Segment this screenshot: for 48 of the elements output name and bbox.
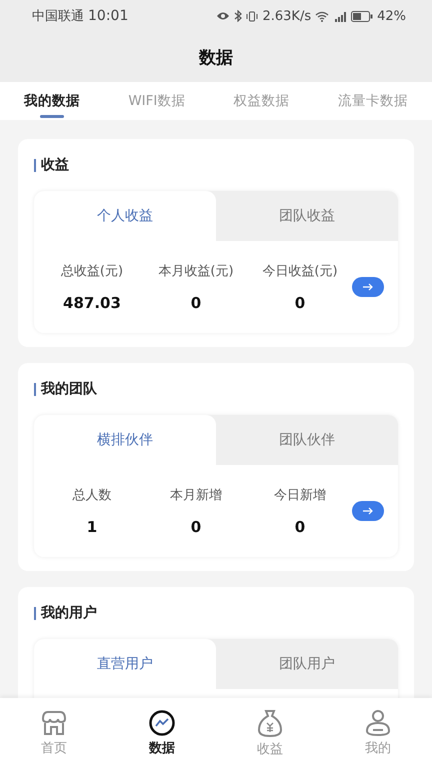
carrier-name: 中国联通 [32,8,84,25]
clock-time: 10:01 [88,8,128,24]
eye-icon [216,11,230,21]
battery-icon [351,10,374,22]
nav-item[interactable]: 我的 [324,698,432,768]
shop-icon [39,709,69,737]
stat-label: 总人数 [72,487,112,504]
stat-value: 1 [86,518,98,536]
section-title: 我的用户 [41,604,97,622]
stat-value: 0 [294,518,306,536]
battery-percent: 42% [377,8,406,24]
title-marker [34,382,36,396]
stat-label: 今日收益(元) [262,263,338,280]
segment-tab[interactable]: 个人收益 [34,191,216,241]
title-marker [34,606,36,620]
page-title: 数据 [199,46,233,68]
nav-item[interactable]: 数据 [108,698,216,768]
bluetooth-icon [234,10,242,22]
segment-tab[interactable]: 横排伙伴 [34,415,216,465]
stat-label: 今日新增 [274,487,326,504]
money-bag-icon [255,708,285,738]
tab[interactable]: 流量卡数据 [334,82,412,120]
stat-value: 0 [190,518,202,536]
network-speed: 2.63K/s [262,8,312,24]
arrow-button[interactable] [352,501,384,521]
stat-label: 本月收益(元) [158,263,234,280]
tab[interactable]: WIFI数据 [124,82,190,120]
stat-value: 0 [294,294,306,312]
wifi-icon [315,10,330,22]
section-title: 我的团队 [41,380,97,398]
arrow-right-icon [362,507,374,515]
arrow-button[interactable] [352,277,384,297]
arrow-right-icon [362,283,374,291]
signal-icon [333,10,348,22]
vibrate-icon [246,10,258,22]
tab[interactable]: 权益数据 [230,82,294,120]
chart-circle-icon [148,709,176,737]
tab[interactable]: 我的数据 [20,82,84,120]
nav-item[interactable]: 首页 [0,698,108,768]
stat-label: 本月新增 [170,487,222,504]
person-icon [364,709,392,737]
title-marker [34,158,36,172]
section-title: 收益 [41,156,69,174]
stat-value: 0 [190,294,202,312]
nav-item[interactable]: 收益 [216,698,324,768]
stat-label: 总收益(元) [60,263,124,280]
stat-value: 487.03 [63,294,121,312]
segment-tab[interactable]: 直营用户 [34,639,216,689]
